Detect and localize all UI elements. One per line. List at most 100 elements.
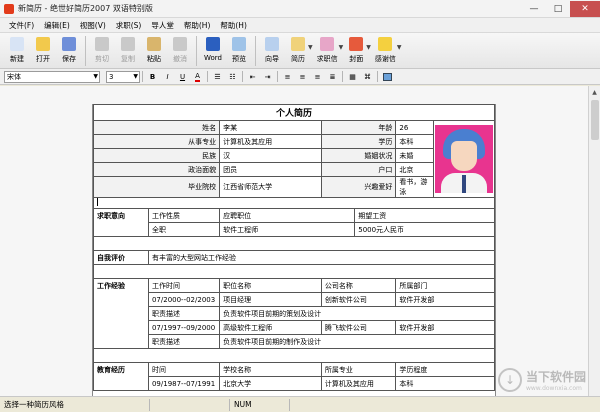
resume-title[interactable]: 个人简历 — [93, 104, 495, 121]
field-value-ethnicity[interactable]: 汉 — [219, 148, 322, 163]
edu-time[interactable]: 09/1987--07/1991 — [147, 376, 221, 391]
intent-value-type[interactable]: 全职 — [147, 222, 221, 237]
section-self-evaluation[interactable]: 自我评价 — [93, 250, 149, 265]
minimize-button[interactable]: — — [522, 1, 546, 17]
job-2-company[interactable]: 腾飞软件公司 — [320, 320, 397, 335]
bold-button[interactable]: B — [146, 71, 159, 83]
exp-header-dept[interactable]: 所属部门 — [395, 278, 495, 293]
scroll-thumb[interactable] — [591, 100, 599, 140]
align-left-icon[interactable]: ≡ — [281, 71, 294, 83]
font-select[interactable]: 宋体 ▼ — [4, 70, 100, 83]
edu-header-degree[interactable]: 学历程度 — [395, 362, 495, 377]
field-label-political[interactable]: 政治面貌 — [92, 162, 221, 177]
job-2-desc-label[interactable]: 职责描述 — [147, 334, 221, 349]
bullet-list-icon[interactable]: ☷ — [226, 71, 239, 83]
text-cursor-row[interactable] — [93, 197, 495, 209]
photo-cell[interactable] — [432, 120, 496, 198]
font-size-select[interactable]: 3 ▼ — [106, 70, 140, 83]
toolbar-button-11[interactable]: 求职信 — [313, 35, 342, 64]
field-label-marital[interactable]: 婚姻状况 — [320, 148, 397, 163]
align-center-icon[interactable]: ≡ — [296, 71, 309, 83]
toolbar-button-4[interactable]: 复制 — [115, 35, 141, 64]
menu-view[interactable]: 视图(V) — [75, 20, 111, 31]
edu-header-school[interactable]: 学校名称 — [219, 362, 322, 377]
job-2-desc[interactable]: 负责软件项目前期的制作及设计 — [219, 334, 495, 349]
job-1-company[interactable]: 创新软件公司 — [320, 292, 397, 307]
job-1-desc[interactable]: 负责软件项目前期的策划及设计 — [219, 306, 495, 321]
toolbar-button-2[interactable]: 保存 — [56, 35, 82, 64]
menu-edit[interactable]: 编辑(E) — [39, 20, 75, 31]
menu-guide[interactable]: 导人堂 — [146, 20, 179, 31]
toolbar-button-5[interactable]: 粘贴 — [141, 35, 167, 64]
resume-page[interactable]: 个人简历 姓名 李某 年龄 26 从事专业 计算机及其应用 学历 本科 民族 汉… — [92, 104, 496, 396]
field-label-name[interactable]: 姓名 — [92, 120, 221, 135]
increase-indent-icon[interactable]: ⇥ — [261, 71, 274, 83]
menu-file[interactable]: 文件(F) — [4, 20, 39, 31]
field-value-major[interactable]: 计算机及其应用 — [219, 134, 322, 149]
field-label-major[interactable]: 从事专业 — [92, 134, 221, 149]
edu-header-major[interactable]: 所属专业 — [320, 362, 397, 377]
job-2-time[interactable]: 07/1997--09/2000 — [147, 320, 221, 335]
job-1-title[interactable]: 项目经理 — [219, 292, 322, 307]
toolbar-button-6[interactable]: 撤消 — [167, 35, 193, 64]
toolbar-button-7[interactable]: Word — [200, 35, 226, 62]
italic-button[interactable]: I — [161, 71, 174, 83]
maximize-button[interactable]: □ — [546, 1, 570, 17]
edu-school[interactable]: 北京大学 — [219, 376, 322, 391]
field-value-degree[interactable]: 本科 — [395, 134, 434, 149]
intent-header-position[interactable]: 应聘职位 — [219, 208, 356, 223]
field-value-name[interactable]: 李某 — [219, 120, 322, 135]
insert-table-icon[interactable]: ▦ — [346, 71, 359, 83]
vertical-scrollbar[interactable]: ▲ — [588, 86, 600, 396]
intent-header-type[interactable]: 工作性质 — [147, 208, 221, 223]
intent-header-salary[interactable]: 期望工资 — [354, 208, 495, 223]
toolbar-button-9[interactable]: 向导 — [259, 35, 285, 64]
job-1-desc-label[interactable]: 职责描述 — [147, 306, 221, 321]
field-label-hobby[interactable]: 兴趣爱好 — [320, 176, 397, 198]
section-work-experience[interactable]: 工作经验 — [93, 278, 149, 349]
field-label-age[interactable]: 年龄 — [320, 120, 397, 135]
job-1-dept[interactable]: 软件开发部 — [395, 292, 495, 307]
underline-button[interactable]: U — [176, 71, 189, 83]
field-label-degree[interactable]: 学历 — [320, 134, 397, 149]
field-value-hukou[interactable]: 北京 — [395, 162, 434, 177]
field-value-marital[interactable]: 未婚 — [395, 148, 434, 163]
job-1-time[interactable]: 07/2000--02/2003 — [147, 292, 221, 307]
menu-help[interactable]: 帮助(H) — [179, 20, 216, 31]
section-job-intent[interactable]: 求职意向 — [93, 208, 149, 237]
exp-header-title[interactable]: 职位名称 — [219, 278, 322, 293]
menu-job[interactable]: 求职(S) — [111, 20, 147, 31]
self-evaluation-text[interactable]: 有丰富的大型网站工作经验 — [147, 250, 496, 265]
job-2-title[interactable]: 高级软件工程师 — [219, 320, 322, 335]
field-label-ethnicity[interactable]: 民族 — [92, 148, 221, 163]
exp-header-company[interactable]: 公司名称 — [320, 278, 397, 293]
field-label-school[interactable]: 毕业院校 — [92, 176, 221, 198]
field-value-school[interactable]: 江西省师范大学 — [219, 176, 322, 198]
insert-link-icon[interactable]: ⌘ — [361, 71, 374, 83]
chevron-down-icon[interactable]: ▼ — [397, 44, 402, 51]
toolbar-button-8[interactable]: 预览 — [226, 35, 252, 64]
field-value-political[interactable]: 团员 — [219, 162, 322, 177]
exp-header-time[interactable]: 工作时间 — [147, 278, 221, 293]
align-justify-icon[interactable]: ≣ — [326, 71, 339, 83]
intent-value-position[interactable]: 软件工程师 — [219, 222, 356, 237]
edu-header-time[interactable]: 时间 — [147, 362, 221, 377]
menu-help-2[interactable]: 帮助(H) — [215, 20, 252, 31]
document-workspace[interactable]: 个人简历 姓名 李某 年龄 26 从事专业 计算机及其应用 学历 本科 民族 汉… — [0, 86, 588, 396]
edu-degree[interactable]: 本科 — [395, 376, 495, 391]
field-value-age[interactable]: 26 — [395, 120, 434, 135]
field-label-hukou[interactable]: 户口 — [320, 162, 397, 177]
decrease-indent-icon[interactable]: ⇤ — [246, 71, 259, 83]
edu-major[interactable]: 计算机及其应用 — [320, 376, 397, 391]
align-right-icon[interactable]: ≡ — [311, 71, 324, 83]
job-2-dept[interactable]: 软件开发部 — [395, 320, 495, 335]
insert-image-icon[interactable] — [381, 71, 394, 83]
toolbar-button-3[interactable]: 剪切 — [89, 35, 115, 64]
toolbar-button-1[interactable]: 打开 — [30, 35, 56, 64]
toolbar-button-13[interactable]: 感谢信 — [371, 35, 400, 64]
scroll-up-icon[interactable]: ▲ — [589, 86, 600, 98]
section-education[interactable]: 教育经历 — [93, 362, 149, 391]
numbered-list-icon[interactable]: ☰ — [211, 71, 224, 83]
intent-value-salary[interactable]: 5000元人民币 — [354, 222, 495, 237]
toolbar-button-0[interactable]: 新建 — [4, 35, 30, 64]
